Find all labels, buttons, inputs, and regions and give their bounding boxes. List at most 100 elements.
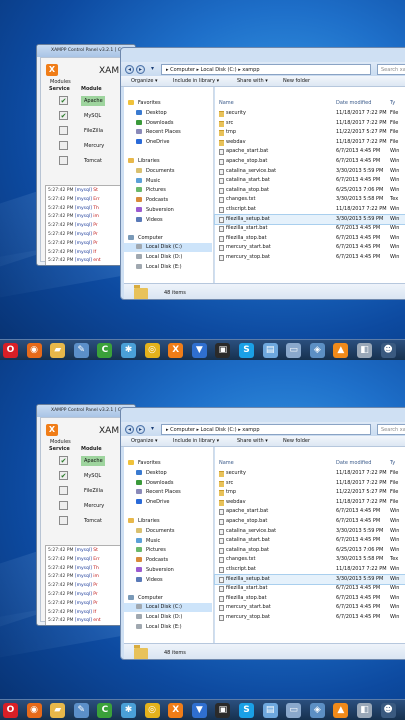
nav-item-music[interactable]: Music [124, 177, 160, 186]
nav-item-drive[interactable]: Local Disk (C:) [124, 243, 212, 253]
network-icon[interactable]: ✱ [121, 343, 136, 358]
file-row[interactable]: filezilla_start.bat 6/7/2013 4:45 PM Win [215, 584, 405, 594]
file-row[interactable]: changes.txt 3/30/2013 5:58 PM Tex [215, 555, 405, 565]
nav-item-pictures[interactable]: Pictures [124, 546, 166, 555]
download-icon[interactable]: ▼ [191, 343, 207, 358]
recent-pages-chevron-icon[interactable]: ▾ [148, 425, 157, 434]
xampp-icon[interactable]: X [168, 703, 184, 718]
camtasia-icon[interactable]: C [97, 703, 113, 718]
xampp-icon[interactable]: X [168, 343, 184, 358]
shield-icon[interactable]: ◈ [309, 343, 325, 358]
file-row[interactable]: webdav 11/18/2017 7:22 PM File [215, 498, 405, 508]
nav-item-onedrive[interactable]: OneDrive [124, 498, 170, 507]
computer-label[interactable]: Computer [124, 234, 163, 243]
nav-item-recent-places[interactable]: Recent Places [124, 128, 181, 137]
download-icon[interactable]: ▼ [191, 703, 207, 718]
file-row[interactable]: filezilla_setup.bat 3/30/2013 5:59 PM Win [214, 213, 405, 226]
explorer-icon[interactable]: ▤ [262, 343, 278, 358]
column-header-name[interactable]: Name [219, 459, 234, 468]
file-row[interactable]: apache_start.bat 6/7/2013 4:45 PM Win [215, 147, 405, 157]
folder-icon[interactable]: ▰ [50, 343, 66, 358]
nav-item-videos[interactable]: Videos [124, 216, 163, 225]
windows-explorer-window[interactable]: ◂ ▸ ▾ ▸ Computer ▸ Local Disk (C:) ▸ xam… [120, 47, 405, 300]
nav-item-downloads[interactable]: Downloads [124, 119, 173, 128]
back-arrow-icon[interactable]: ◂ [125, 65, 134, 74]
nav-item-drive[interactable]: Local Disk (C:) [124, 603, 212, 613]
service-checkbox[interactable] [59, 486, 68, 495]
file-row[interactable]: catalina_start.bat 6/7/2013 4:45 PM Win [215, 536, 405, 546]
nav-item-videos[interactable]: Videos [124, 576, 163, 585]
service-checkbox[interactable] [59, 501, 68, 510]
file-row[interactable]: apache_stop.bat 6/7/2013 4:45 PM Win [215, 157, 405, 167]
address-bar[interactable]: ▸ Computer ▸ Local Disk (C:) ▸ xampp [161, 64, 371, 75]
file-row[interactable]: tmp 11/22/2017 5:27 PM File [215, 488, 405, 498]
nav-item-downloads[interactable]: Downloads [124, 479, 173, 488]
libraries-label[interactable]: Libraries [124, 157, 160, 166]
vlc-icon[interactable]: ▲ [333, 703, 349, 718]
nav-item-pictures[interactable]: Pictures [124, 186, 166, 195]
file-row[interactable]: mercury_stop.bat 6/7/2013 4:45 PM Win [215, 253, 405, 263]
service-checkbox[interactable] [59, 516, 68, 525]
service-checkbox[interactable]: ✔ [59, 96, 68, 105]
nav-item-drive[interactable]: Local Disk (D:) [124, 253, 182, 262]
vlc-icon[interactable]: ▲ [333, 343, 349, 358]
file-row[interactable]: ctlscript.bat 11/18/2017 7:22 PM Win [215, 565, 405, 575]
nav-item-onedrive[interactable]: OneDrive [124, 138, 170, 147]
favorites-label[interactable]: Favorites [124, 459, 161, 468]
skype-icon[interactable]: S [239, 703, 254, 718]
file-row[interactable]: changes.txt 3/30/2013 5:58 PM Tex [215, 195, 405, 205]
forward-arrow-icon[interactable]: ▸ [136, 65, 145, 74]
file-row[interactable]: catalina_start.bat 6/7/2013 4:45 PM Win [215, 176, 405, 186]
nav-item-desktop[interactable]: Desktop [124, 109, 167, 118]
explorer-icon[interactable]: ▤ [262, 703, 278, 718]
column-header-date[interactable]: Date modified [336, 459, 371, 468]
tools-icon[interactable]: ✎ [73, 343, 89, 358]
terminal-icon[interactable]: ▣ [215, 703, 231, 718]
file-row[interactable]: filezilla_setup.bat 3/30/2013 5:59 PM Win [214, 573, 405, 586]
file-row[interactable]: security 11/18/2017 7:22 PM File [215, 469, 405, 479]
recent-pages-chevron-icon[interactable]: ▾ [148, 65, 157, 74]
file-row[interactable]: apache_start.bat 6/7/2013 4:45 PM Win [215, 507, 405, 517]
file-row[interactable]: ctlscript.bat 11/18/2017 7:22 PM Win [215, 205, 405, 215]
camtasia-icon[interactable]: C [97, 343, 113, 358]
libraries-label[interactable]: Libraries [124, 517, 160, 526]
file-row[interactable]: src 11/18/2017 7:22 PM File [215, 119, 405, 129]
service-checkbox[interactable] [59, 156, 68, 165]
skype-icon[interactable]: S [239, 343, 254, 358]
nav-item-recent-places[interactable]: Recent Places [124, 488, 181, 497]
tools-icon[interactable]: ✎ [73, 703, 89, 718]
toolbar-new-folder-button[interactable]: New folder [283, 76, 310, 87]
service-checkbox[interactable] [59, 126, 68, 135]
chrome-icon[interactable]: ◎ [144, 703, 160, 718]
file-row[interactable]: filezilla_stop.bat 6/7/2013 4:45 PM Win [215, 234, 405, 244]
column-header-type[interactable]: Ty [390, 459, 395, 468]
service-checkbox[interactable] [59, 141, 68, 150]
toolbar-organize-button[interactable]: Organize ▾ [131, 436, 158, 447]
folder-icon[interactable]: ▰ [50, 703, 66, 718]
nav-item-subversion[interactable]: Subversion [124, 206, 174, 215]
toolbar-share-with-button[interactable]: Share with ▾ [237, 436, 268, 447]
back-arrow-icon[interactable]: ◂ [125, 425, 134, 434]
file-row[interactable]: mercury_start.bat 6/7/2013 4:45 PM Win [215, 243, 405, 253]
app-icon[interactable]: ◧ [357, 703, 372, 718]
chrome-icon[interactable]: ◎ [144, 343, 160, 358]
favorites-label[interactable]: Favorites [124, 99, 161, 108]
file-row[interactable]: mercury_start.bat 6/7/2013 4:45 PM Win [215, 603, 405, 613]
opera-icon[interactable]: O [3, 703, 18, 718]
file-row[interactable]: filezilla_stop.bat 6/7/2013 4:45 PM Win [215, 594, 405, 604]
nav-item-subversion[interactable]: Subversion [124, 566, 174, 575]
nav-item-drive[interactable]: Local Disk (D:) [124, 613, 182, 622]
service-checkbox[interactable]: ✔ [59, 456, 68, 465]
windows-explorer-window[interactable]: ◂ ▸ ▾ ▸ Computer ▸ Local Disk (C:) ▸ xam… [120, 407, 405, 660]
file-row[interactable]: catalina_stop.bat 6/25/2013 7:06 PM Win [215, 546, 405, 556]
window-icon[interactable]: ▭ [286, 703, 302, 718]
nav-item-music[interactable]: Music [124, 537, 160, 546]
nav-item-documents[interactable]: Documents [124, 527, 175, 536]
computer-label[interactable]: Computer [124, 594, 163, 603]
file-row[interactable]: catalina_stop.bat 6/25/2013 7:06 PM Win [215, 186, 405, 196]
user-icon[interactable]: ☻ [380, 703, 396, 718]
file-row[interactable]: src 11/18/2017 7:22 PM File [215, 479, 405, 489]
column-header-type[interactable]: Ty [390, 99, 395, 108]
search-input[interactable]: Search xam [377, 64, 405, 75]
service-checkbox[interactable]: ✔ [59, 471, 68, 480]
